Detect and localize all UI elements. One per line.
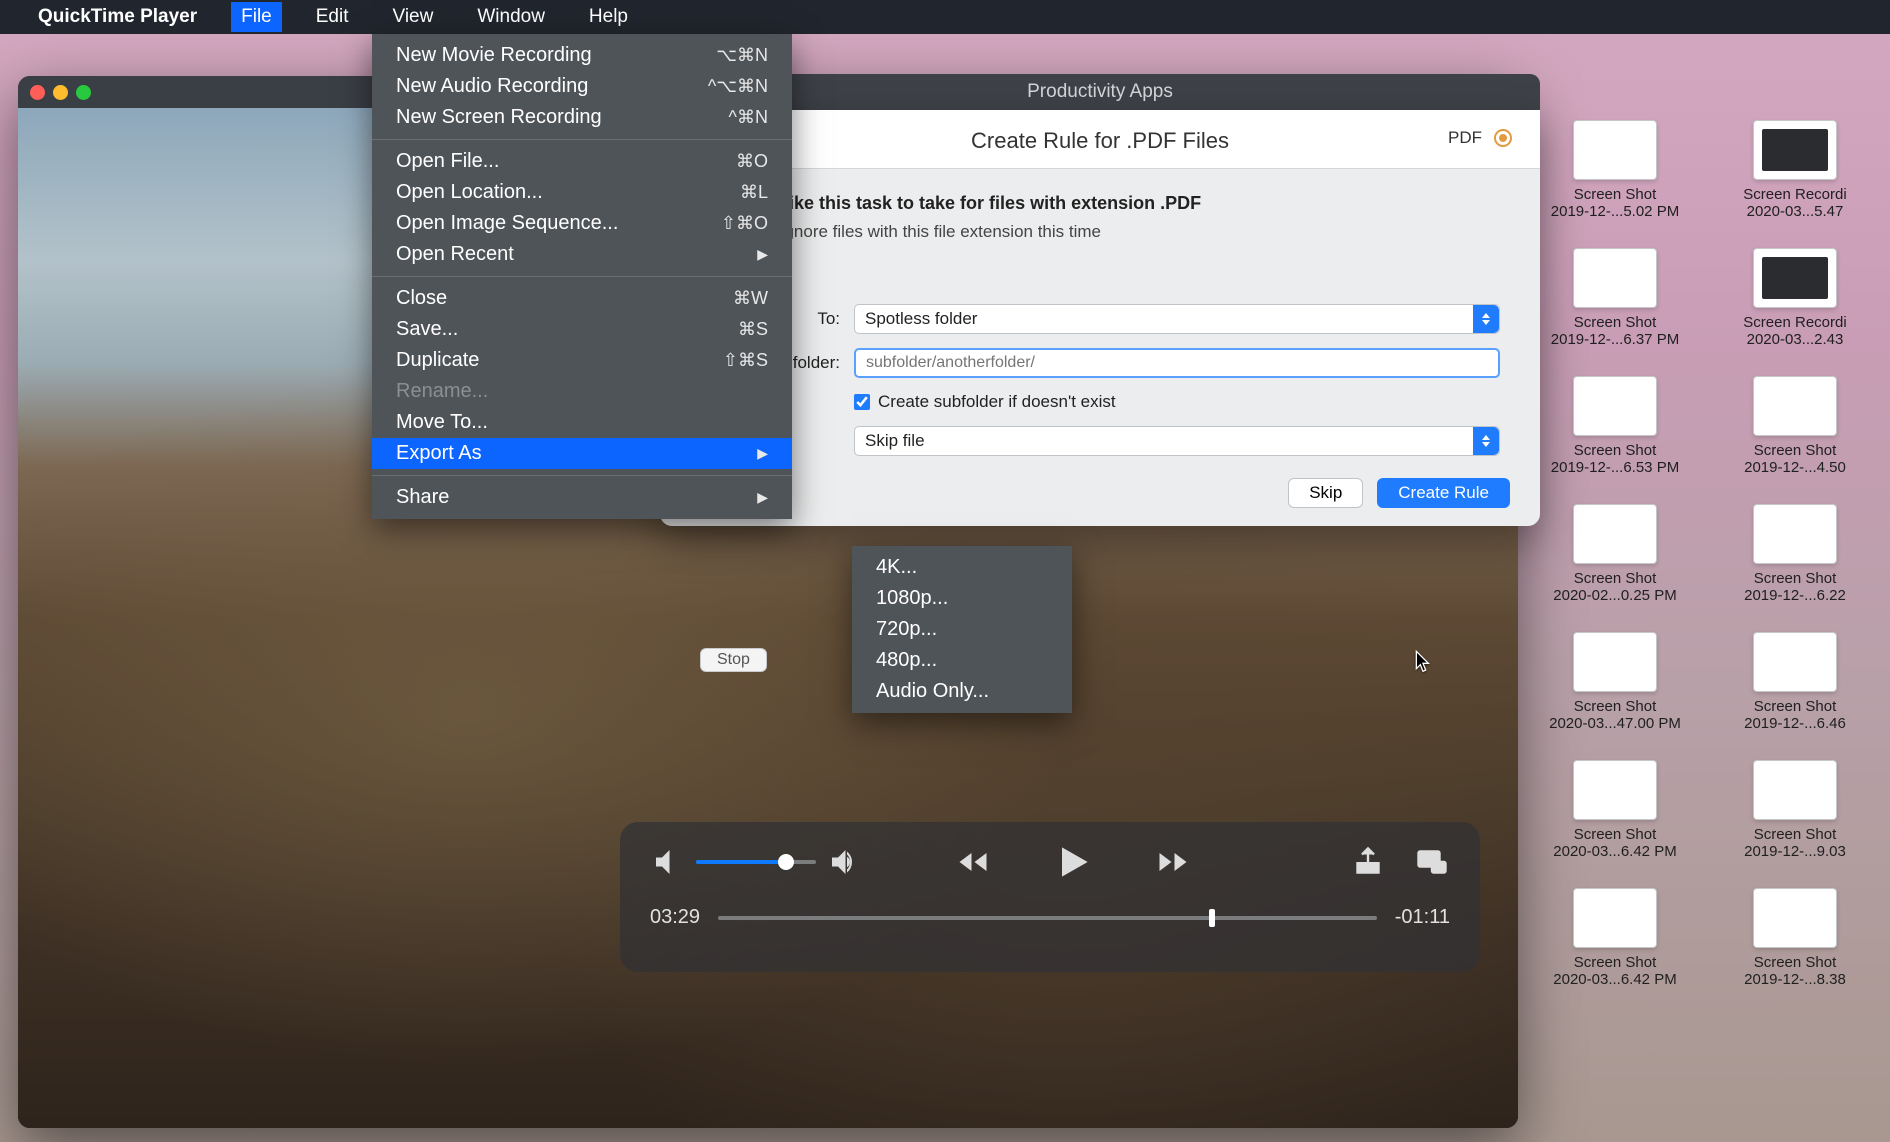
menu-view[interactable]: View [383,2,444,32]
menu-item-rename: Rename... [372,376,792,407]
menu-window[interactable]: Window [467,2,555,32]
subfolder-input[interactable] [854,348,1500,378]
volume-high-icon [826,844,862,880]
menu-item-new-movie-recording[interactable]: New Movie Recording⌥⌘N [372,40,792,71]
volume-slider[interactable] [696,860,816,864]
image-thumbnail-icon [1573,632,1657,692]
dialog-question: would you like this task to take for fil… [660,169,1540,222]
play-button[interactable] [1051,840,1095,884]
desktop-file[interactable]: Screen Shot2019-12-...5.02 PM [1540,120,1690,220]
elapsed-time: 03:29 [650,906,700,929]
skip-select[interactable]: Skip file [854,426,1500,456]
pip-icon[interactable] [1414,844,1450,880]
chevron-right-icon: ▶ [757,445,768,462]
export-option-720p[interactable]: 720p... [852,614,1072,645]
to-select[interactable]: Spotless folder [854,304,1500,334]
export-option-4k[interactable]: 4K... [852,552,1072,583]
minimize-window-button[interactable] [53,85,68,100]
menu-item-open-image-sequence[interactable]: Open Image Sequence...⇧⌘O [372,208,792,239]
export-option-1080p[interactable]: 1080p... [852,583,1072,614]
pdf-radio-icon[interactable] [1494,129,1512,147]
productivity-dialog: Productivity Apps Create Rule for .PDF F… [660,74,1540,526]
desktop-file[interactable]: Screen Shot2019-12-...6.37 PM [1540,248,1690,348]
desktop-file[interactable]: Screen Shot2019-12-...9.03 [1720,760,1870,860]
desktop-file[interactable]: Screen Shot2019-12-...6.53 PM [1540,376,1690,476]
mouse-cursor-icon [1414,650,1432,674]
skip-button[interactable]: Skip [1288,478,1363,508]
desktop-file[interactable]: Screen Shot2019-12-...8.38 [1720,888,1870,988]
desktop-file-grid: Screen Shot2019-12-...5.02 PM Screen Reco… [1540,120,1880,988]
image-thumbnail-icon [1573,120,1657,180]
menu-item-move-to[interactable]: Move To... [372,407,792,438]
chevron-right-icon: ▶ [757,246,768,263]
menu-item-new-audio-recording[interactable]: New Audio Recording^⌥⌘N [372,71,792,102]
fullscreen-window-button[interactable] [76,85,91,100]
image-thumbnail-icon [1573,376,1657,436]
dialog-title: Productivity Apps [660,74,1540,110]
desktop-file[interactable]: Screen Recordi2020-03...5.47 [1720,120,1870,220]
image-thumbnail-icon [1573,760,1657,820]
image-thumbnail-icon [1573,504,1657,564]
menu-item-open-recent[interactable]: Open Recent▶ [372,239,792,270]
image-thumbnail-icon [1573,888,1657,948]
menu-item-open-file[interactable]: Open File...⌘O [372,146,792,177]
menu-item-new-screen-recording[interactable]: New Screen Recording^⌘N [372,102,792,133]
progress-slider[interactable] [718,916,1377,920]
desktop-file[interactable]: Screen Shot2020-03...47.00 PM [1540,632,1690,732]
menu-edit[interactable]: Edit [306,2,359,32]
menu-item-close[interactable]: Close⌘W [372,283,792,314]
create-subfolder-checkbox[interactable]: Create subfolder if doesn't exist [854,392,1500,412]
close-window-button[interactable] [30,85,45,100]
menu-item-save[interactable]: Save...⌘S [372,314,792,345]
desktop-file[interactable]: Screen Shot2019-12-...6.46 [1720,632,1870,732]
menu-bar: QuickTime Player File Edit View Window H… [0,0,1890,34]
stop-button[interactable]: Stop [700,648,767,672]
desktop-file[interactable]: Screen Shot2019-12-...4.50 [1720,376,1870,476]
share-icon[interactable] [1350,844,1386,880]
chevron-right-icon: ▶ [757,489,768,506]
export-as-submenu: 4K...1080p...720p...480p...Audio Only... [852,546,1072,713]
file-menu-dropdown: New Movie Recording⌥⌘NNew Audio Recordin… [372,34,792,519]
image-thumbnail-icon [1753,760,1837,820]
image-thumbnail-icon [1753,504,1837,564]
desktop-file[interactable]: Screen Shot2020-02...0.25 PM [1540,504,1690,604]
menu-help[interactable]: Help [579,2,638,32]
menu-item-share[interactable]: Share▶ [372,482,792,513]
image-thumbnail-icon [1573,248,1657,308]
playback-hud: 03:29 -01:11 [620,822,1480,972]
export-option-480p[interactable]: 480p... [852,645,1072,676]
pdf-badge: PDF [1448,128,1512,148]
create-rule-button[interactable]: Create Rule [1377,478,1510,508]
rewind-button[interactable] [955,844,991,880]
menu-item-export-as[interactable]: Export As▶ [372,438,792,469]
remaining-time: -01:11 [1395,906,1450,929]
volume-low-icon [650,844,686,880]
forward-button[interactable] [1155,844,1191,880]
checkbox-icon[interactable] [854,394,870,410]
dialog-header: Create Rule for .PDF Files PDF [660,110,1540,169]
menu-item-duplicate[interactable]: Duplicate⇧⌘S [372,345,792,376]
video-thumbnail-icon [1753,248,1837,308]
app-name[interactable]: QuickTime Player [38,6,197,28]
desktop-file[interactable]: Screen Shot2020-03...6.42 PM [1540,760,1690,860]
menu-file[interactable]: File [231,2,282,32]
dialog-subtext: ress skip to ignore files with this file… [660,222,1540,242]
video-thumbnail-icon [1753,120,1837,180]
export-option-audio-only[interactable]: Audio Only... [852,676,1072,707]
image-thumbnail-icon [1753,376,1837,436]
image-thumbnail-icon [1753,632,1837,692]
image-thumbnail-icon [1753,888,1837,948]
desktop-file[interactable]: Screen Shot2020-03...6.42 PM [1540,888,1690,988]
volume-control[interactable] [650,844,862,880]
menu-item-open-location[interactable]: Open Location...⌘L [372,177,792,208]
desktop-file[interactable]: Screen Recordi2020-03...2.43 [1720,248,1870,348]
desktop-file[interactable]: Screen Shot2019-12-...6.22 [1720,504,1870,604]
